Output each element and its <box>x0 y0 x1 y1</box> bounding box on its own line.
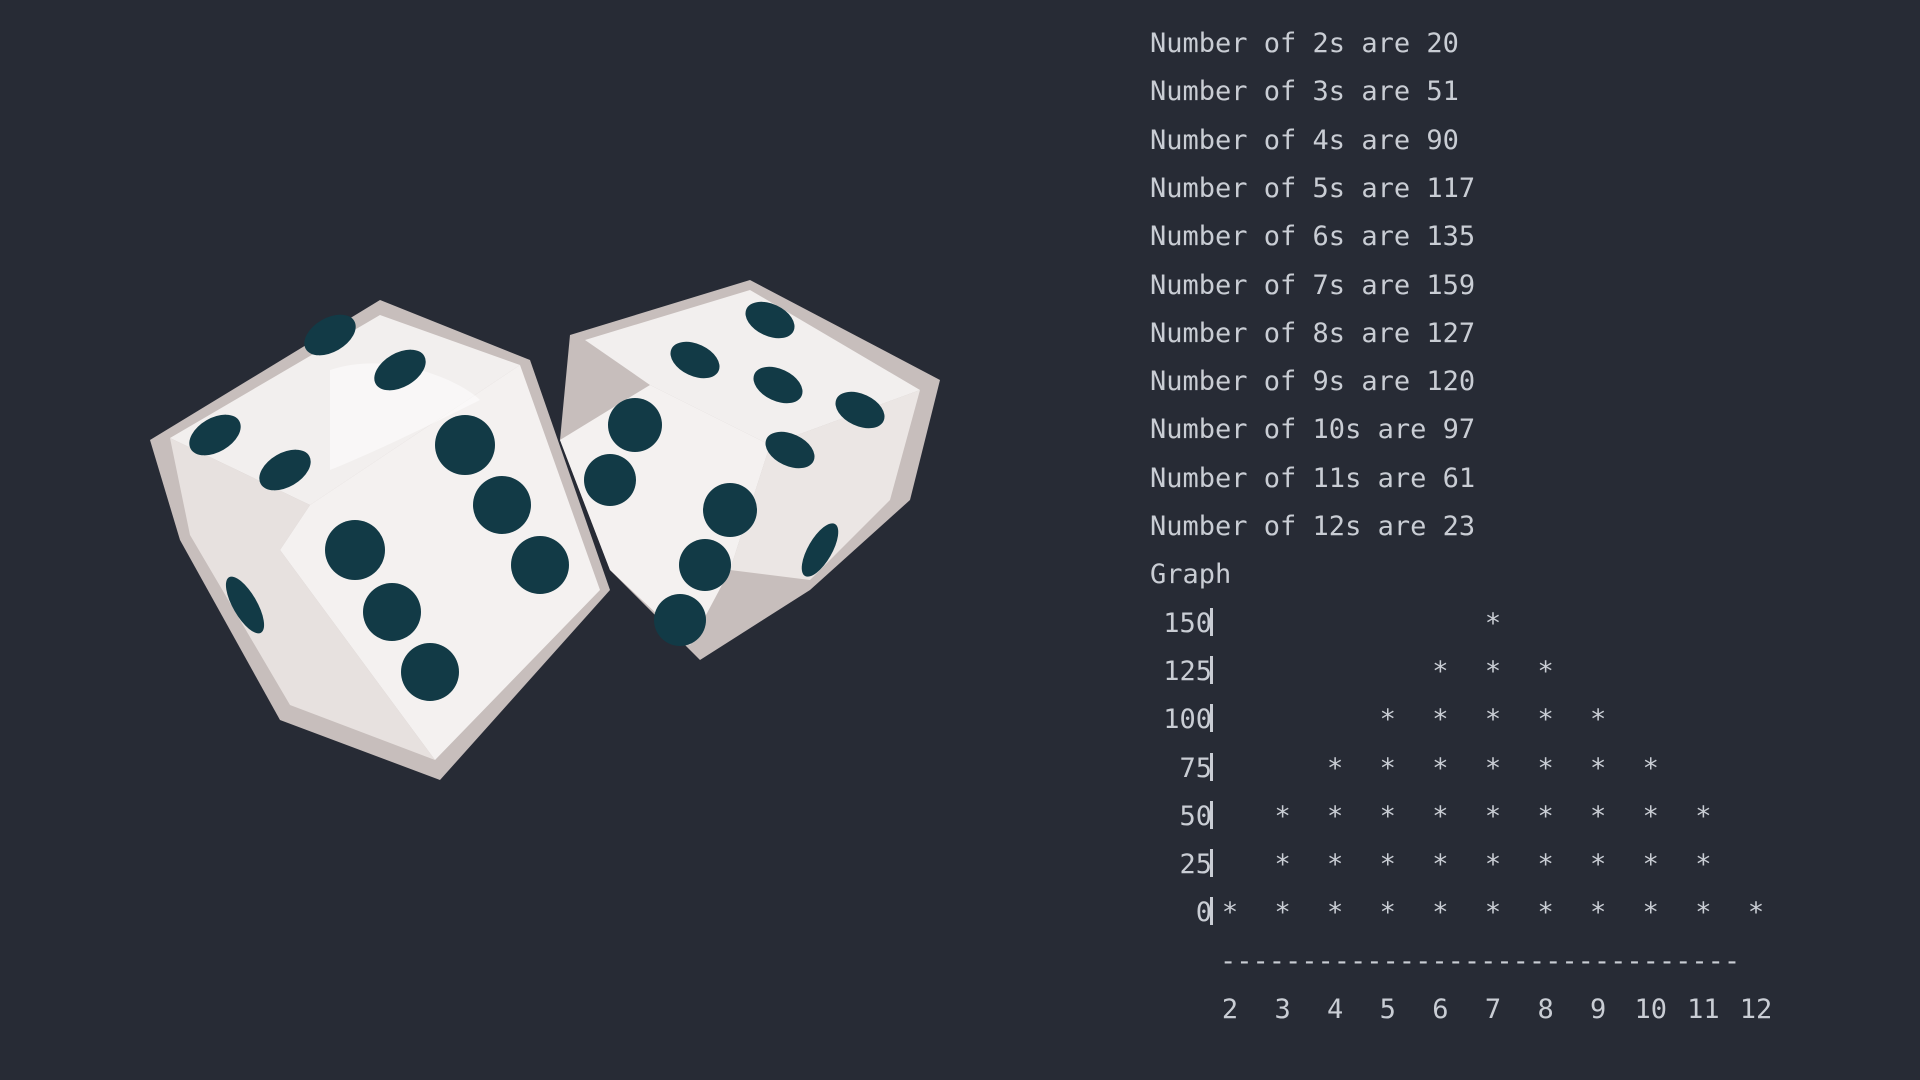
y-axis-separator <box>1210 607 1213 636</box>
chart-star-mark: * <box>1484 704 1502 736</box>
chart-star-mark: * <box>1642 849 1659 881</box>
chart-star-mark: * <box>1537 849 1554 881</box>
chart-star-mark: * <box>1221 897 1239 929</box>
chart-star-mark: * <box>1432 655 1449 687</box>
chart-star-mark: * <box>1274 849 1291 881</box>
chart-star-mark: * <box>1747 897 1765 929</box>
chart-star-mark: * <box>1327 800 1344 832</box>
chart-star-mark: * <box>1590 800 1607 832</box>
count-line: Number of 7s are 159 <box>1150 269 1476 301</box>
chart-star-mark: * <box>1432 849 1449 881</box>
y-axis-separator <box>1210 800 1213 829</box>
y-tick-label: 125 <box>1163 655 1212 687</box>
y-axis-separator <box>1210 704 1213 733</box>
x-axis-rule: -------------------------------- <box>1220 947 1741 975</box>
x-tick-label: 11 <box>1687 994 1720 1025</box>
y-tick-label: 100 <box>1163 704 1212 736</box>
chart-star-mark: * <box>1537 752 1554 784</box>
chart-star-mark: * <box>1642 752 1659 784</box>
count-line: Number of 8s are 127 <box>1150 317 1476 349</box>
x-tick-label: 8 <box>1537 994 1554 1025</box>
chart-star-mark: * <box>1432 752 1449 784</box>
chart-star-mark: * <box>1590 704 1607 736</box>
chart-star-mark: * <box>1379 752 1396 784</box>
chart-star-mark: * <box>1590 849 1607 881</box>
graph-heading: Graph <box>1150 559 1232 591</box>
chart-star-mark: * <box>1695 800 1712 832</box>
chart-star-mark: * <box>1484 655 1502 687</box>
chart-star-mark: * <box>1484 752 1502 784</box>
chart-star-mark: * <box>1484 897 1502 929</box>
count-line: Number of 6s are 135 <box>1150 221 1476 253</box>
count-line: Number of 4s are 90 <box>1150 124 1459 156</box>
count-line: Number of 12s are 23 <box>1150 511 1476 542</box>
y-tick-label: 50 <box>1179 800 1212 832</box>
chart-star-mark: * <box>1695 897 1712 929</box>
chart-star-mark: * <box>1537 655 1554 687</box>
x-tick-label: 10 <box>1634 994 1668 1025</box>
dice-icon <box>150 280 940 780</box>
chart-star-mark: * <box>1432 897 1449 929</box>
chart-star-mark: * <box>1484 800 1502 832</box>
chart-star-mark: * <box>1379 897 1396 929</box>
chart-star-mark: * <box>1274 897 1291 929</box>
chart-star-mark: * <box>1590 897 1607 929</box>
x-tick-label: 6 <box>1432 994 1449 1025</box>
count-line: Number of 2s are 20 <box>1150 28 1459 59</box>
chart-star-mark: * <box>1484 849 1502 881</box>
count-line: Number of 5s are 117 <box>1150 172 1476 204</box>
x-tick-label: 5 <box>1379 994 1396 1025</box>
chart-star-mark: * <box>1327 752 1344 784</box>
chart-star-mark: * <box>1642 897 1659 929</box>
left-die-icon <box>150 300 610 780</box>
y-tick-label: 150 <box>1163 607 1212 639</box>
chart-star-mark: * <box>1537 704 1554 736</box>
chart-star-mark: * <box>1274 800 1291 832</box>
chart-star-mark: * <box>1642 800 1659 832</box>
chart-star-mark: * <box>1327 897 1344 929</box>
count-line: Number of 3s are 51 <box>1150 76 1459 108</box>
terminal-output: Number of 2s are 20 Number of 3s are 51 Nu… <box>1150 30 1890 1060</box>
chart-star-mark: * <box>1379 849 1396 881</box>
y-axis-separator <box>1210 849 1213 878</box>
chart-star-mark: * <box>1484 607 1502 639</box>
x-tick-label: 9 <box>1590 994 1607 1025</box>
count-line: Number of 10s are 97 <box>1150 414 1476 446</box>
y-tick-label: 25 <box>1179 849 1212 881</box>
y-axis-separator <box>1210 897 1213 926</box>
y-axis-separator <box>1210 655 1213 684</box>
y-axis-separator <box>1210 752 1213 781</box>
count-line: Number of 11s are 61 <box>1150 462 1476 494</box>
chart-star-mark: * <box>1327 849 1344 881</box>
chart-star-mark: * <box>1590 752 1607 784</box>
x-tick-label: 12 <box>1739 994 1773 1025</box>
count-line: Number of 9s are 120 <box>1150 366 1476 398</box>
x-tick-label: 7 <box>1484 994 1502 1025</box>
chart-star-mark: * <box>1432 800 1449 832</box>
chart-star-mark: * <box>1379 704 1396 736</box>
y-tick-label: 75 <box>1179 752 1212 784</box>
chart-star-mark: * <box>1379 800 1396 832</box>
chart-star-mark: * <box>1537 897 1554 929</box>
chart-star-mark: * <box>1432 704 1449 736</box>
y-tick-label: 0 <box>1195 897 1212 929</box>
chart-star-mark: * <box>1695 849 1712 881</box>
right-die-icon <box>560 280 940 660</box>
x-tick-label: 2 <box>1221 994 1239 1025</box>
x-tick-label: 4 <box>1327 994 1344 1025</box>
chart-star-mark: * <box>1537 800 1554 832</box>
x-tick-label: 3 <box>1274 994 1291 1025</box>
